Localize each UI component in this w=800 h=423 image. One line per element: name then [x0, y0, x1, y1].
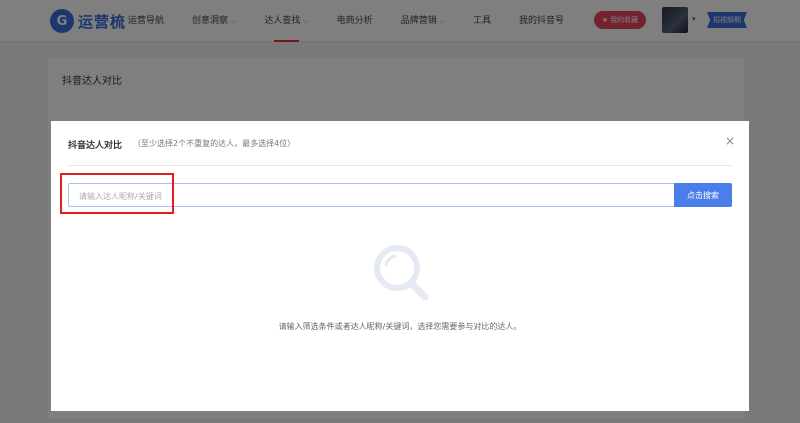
- empty-state-text: 请输入筛选条件或者达人昵称/关键词，选择您需要参与对比的达人。: [278, 322, 522, 331]
- compare-dialog: 抖音达人对比 （至少选择2个不重复的达人，最多选择4位） × 点击搜索 请输入筛…: [51, 121, 749, 411]
- dialog-subtitle: （至少选择2个不重复的达人，最多选择4位）: [133, 139, 296, 148]
- highlight-box: [60, 173, 174, 214]
- dialog-divider: [68, 165, 733, 166]
- magnifier-icon: [374, 245, 429, 301]
- search-button[interactable]: 点击搜索: [674, 183, 732, 207]
- dialog-title: 抖音达人对比: [68, 141, 123, 151]
- close-icon[interactable]: ×: [723, 134, 737, 148]
